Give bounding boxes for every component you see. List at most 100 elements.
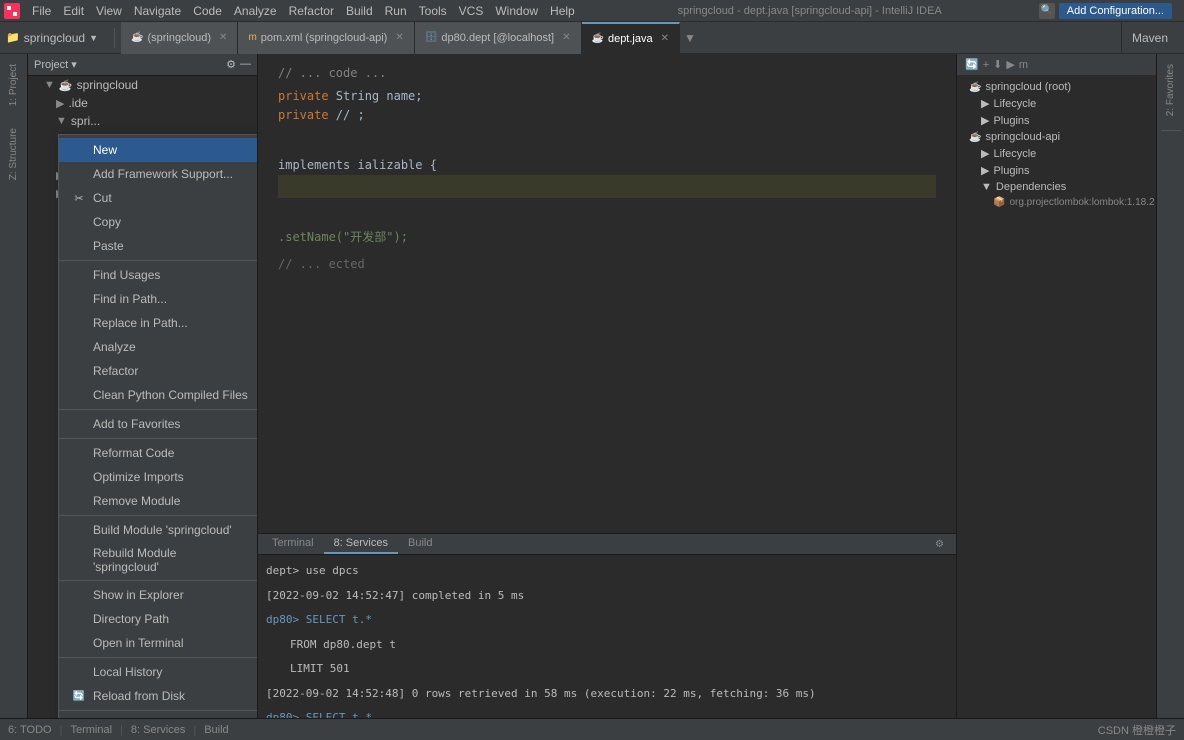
maven-lombok[interactable]: 📦 org.projectlombok:lombok:1.18.2 [957, 195, 1156, 210]
ctx-remove-module[interactable]: Remove Module Delete [59, 489, 258, 513]
console-line-3: dp80> SELECT t.* [258, 608, 956, 633]
ctx-local-history[interactable]: Local History ▶ [59, 660, 258, 684]
rebuild-module-icon [71, 552, 87, 568]
tree-spri[interactable]: ▼ spri... [28, 112, 257, 130]
ctx-directory-path[interactable]: Directory Path Ctrl+Alt+F12 [59, 607, 258, 631]
tab-services[interactable]: 8: Services [324, 534, 398, 554]
ctx-paste[interactable]: Paste Ctrl+V [59, 234, 258, 258]
favorites-side-icon[interactable]: 2: Favorites [1163, 58, 1178, 122]
maven-lifecycle-2[interactable]: ▶ Lifecycle [957, 145, 1156, 162]
ctx-new[interactable]: New ▶ 📦 Module... 📄 File 📝 Scratch File [59, 138, 258, 162]
services-status[interactable]: 8: Services [131, 724, 185, 736]
menu-view[interactable]: View [90, 2, 128, 20]
ctx-show-in-explorer[interactable]: Show in Explorer [59, 583, 258, 607]
ctx-reformat[interactable]: Reformat Code Ctrl+Alt+L [59, 441, 258, 465]
maven-plugins-1[interactable]: ▶ Plugins [957, 112, 1156, 129]
remove-module-icon [71, 493, 87, 509]
left-icon-bar: 1: Project Z: Structure [0, 54, 28, 718]
menu-file[interactable]: File [26, 2, 57, 20]
window-title: springcloud - dept.java [springcloud-api… [581, 5, 1039, 17]
project-settings-icon[interactable]: ⚙ [226, 58, 236, 71]
tree-ide[interactable]: ▶ .ide [28, 94, 257, 112]
console-line-2: [2022-09-02 14:52:47] completed in 5 ms [258, 584, 956, 609]
menu-refactor[interactable]: Refactor [283, 2, 340, 20]
maven-dependencies[interactable]: ▼ Dependencies [957, 179, 1156, 195]
tab-close-dept[interactable]: ✕ [661, 33, 669, 44]
add-configuration-button[interactable]: Add Configuration... [1059, 3, 1172, 19]
code-line-3: private // ; [278, 106, 936, 125]
terminal-status[interactable]: Terminal [70, 724, 112, 736]
project-selector[interactable]: 📁 springcloud ▼ [6, 31, 98, 45]
tab-pomxml[interactable]: m pom.xml (springcloud-api) ✕ [238, 22, 414, 54]
maven-springcloud-root[interactable]: ☕ springcloud (root) [957, 79, 1156, 95]
side-divider [1161, 130, 1181, 131]
maven-run-icon[interactable]: ▶ [1006, 58, 1014, 71]
ctx-cut[interactable]: ✂ Cut Ctrl+X [59, 186, 258, 210]
maven-skip-icon[interactable]: m [1019, 59, 1028, 71]
maven-plugins-2[interactable]: ▶ Plugins [957, 162, 1156, 179]
menu-edit[interactable]: Edit [57, 2, 90, 20]
statusbar: 6: TODO | Terminal | 8: Services | Build… [0, 718, 1184, 740]
maven-add-icon[interactable]: + [983, 59, 989, 71]
search-button[interactable]: 🔍 [1039, 3, 1055, 19]
ctx-copy[interactable]: Copy [59, 210, 258, 234]
toolbar: 📁 springcloud ▼ ☕ (springcloud) ✕ m pom.… [0, 22, 1184, 54]
maven-lifecycle-1[interactable]: ▶ Lifecycle [957, 95, 1156, 112]
maven-tree: ☕ springcloud (root) ▶ Lifecycle ▶ Plugi… [957, 75, 1156, 214]
ctx-sep4 [59, 515, 258, 516]
ctx-compare-with[interactable]: Compare With... Ctrl+D [59, 713, 258, 718]
ctx-reload-from-disk[interactable]: 🔄 Reload from Disk [59, 684, 258, 708]
build-module-icon [71, 522, 87, 538]
tab-dropdown[interactable]: ▼ [684, 31, 696, 45]
analyze-icon [71, 339, 87, 355]
ctx-add-to-favorites[interactable]: Add to Favorites ▶ [59, 412, 258, 436]
menu-run[interactable]: Run [379, 2, 413, 20]
structure-panel-toggle[interactable]: Z: Structure [6, 122, 21, 186]
tab-springcloud[interactable]: ☕ (springcloud) ✕ [121, 22, 238, 54]
console-line-5: LIMIT 501 [258, 657, 956, 682]
console-line-6: [2022-09-02 14:52:48] 0 rows retrieved i… [258, 682, 956, 707]
ctx-refactor[interactable]: Refactor ▶ [59, 359, 258, 383]
tab-close-springcloud[interactable]: ✕ [219, 32, 227, 43]
build-status[interactable]: Build [204, 724, 228, 736]
ctx-find-usages[interactable]: Find Usages Alt+F7 [59, 263, 258, 287]
tab-build[interactable]: Build [398, 534, 442, 554]
favorites-icon [71, 416, 87, 432]
tab-close-dp80[interactable]: ✕ [562, 32, 570, 43]
bottom-tab-bar: Terminal 8: Services Build ⚙ [258, 534, 956, 555]
menu-window[interactable]: Window [489, 2, 544, 20]
ctx-build-module[interactable]: Build Module 'springcloud' [59, 518, 258, 542]
todo-button[interactable]: 6: TODO [8, 724, 52, 736]
ctx-add-framework[interactable]: Add Framework Support... [59, 162, 258, 186]
menu-help[interactable]: Help [544, 2, 581, 20]
tab-terminal[interactable]: Terminal [262, 534, 324, 554]
menu-tools[interactable]: Tools [413, 2, 453, 20]
ctx-analyze[interactable]: Analyze ▶ [59, 335, 258, 359]
maven-download-icon[interactable]: ⬇ [993, 58, 1002, 71]
maven-springcloud-api[interactable]: ☕ springcloud-api [957, 129, 1156, 145]
project-panel-toggle[interactable]: 1: Project [6, 58, 21, 112]
console-settings[interactable]: ⚙ [935, 539, 944, 550]
ctx-optimize-imports[interactable]: Optimize Imports Ctrl+Alt+O [59, 465, 258, 489]
maven-header: 🔄 + ⬇ ▶ m [957, 54, 1156, 75]
menu-navigate[interactable]: Navigate [128, 2, 187, 20]
tab-deptjava[interactable]: ☕ dept.java ✕ [582, 22, 681, 54]
ctx-clean-python[interactable]: Clean Python Compiled Files [59, 383, 258, 407]
ctx-replace-in-path[interactable]: Replace in Path... Ctrl+Shift+R [59, 311, 258, 335]
ctx-rebuild-module[interactable]: Rebuild Module 'springcloud' Ctrl+Shift+… [59, 542, 258, 578]
compare-icon [71, 717, 87, 718]
console-output: dept> use dpcs [2022-09-02 14:52:47] com… [258, 555, 956, 718]
ctx-find-in-path[interactable]: Find in Path... Ctrl+Shift+F [59, 287, 258, 311]
tab-dp80dept[interactable]: 🗄 dp80.dept [@localhost] ✕ [415, 22, 582, 54]
project-minimize-icon[interactable]: — [240, 58, 251, 71]
maven-sync-icon[interactable]: 🔄 [965, 58, 979, 71]
menu-vcs[interactable]: VCS [453, 2, 490, 20]
menu-build[interactable]: Build [340, 2, 379, 20]
new-icon [71, 142, 87, 158]
tab-close-pom[interactable]: ✕ [395, 32, 403, 43]
menu-code[interactable]: Code [187, 2, 228, 20]
menu-analyze[interactable]: Analyze [228, 2, 283, 20]
ctx-open-terminal[interactable]: Open in Terminal [59, 631, 258, 655]
project-dropdown-icon[interactable]: ▼ [89, 33, 98, 43]
tree-springcloud[interactable]: ▼ ☕ springcloud [28, 76, 257, 94]
